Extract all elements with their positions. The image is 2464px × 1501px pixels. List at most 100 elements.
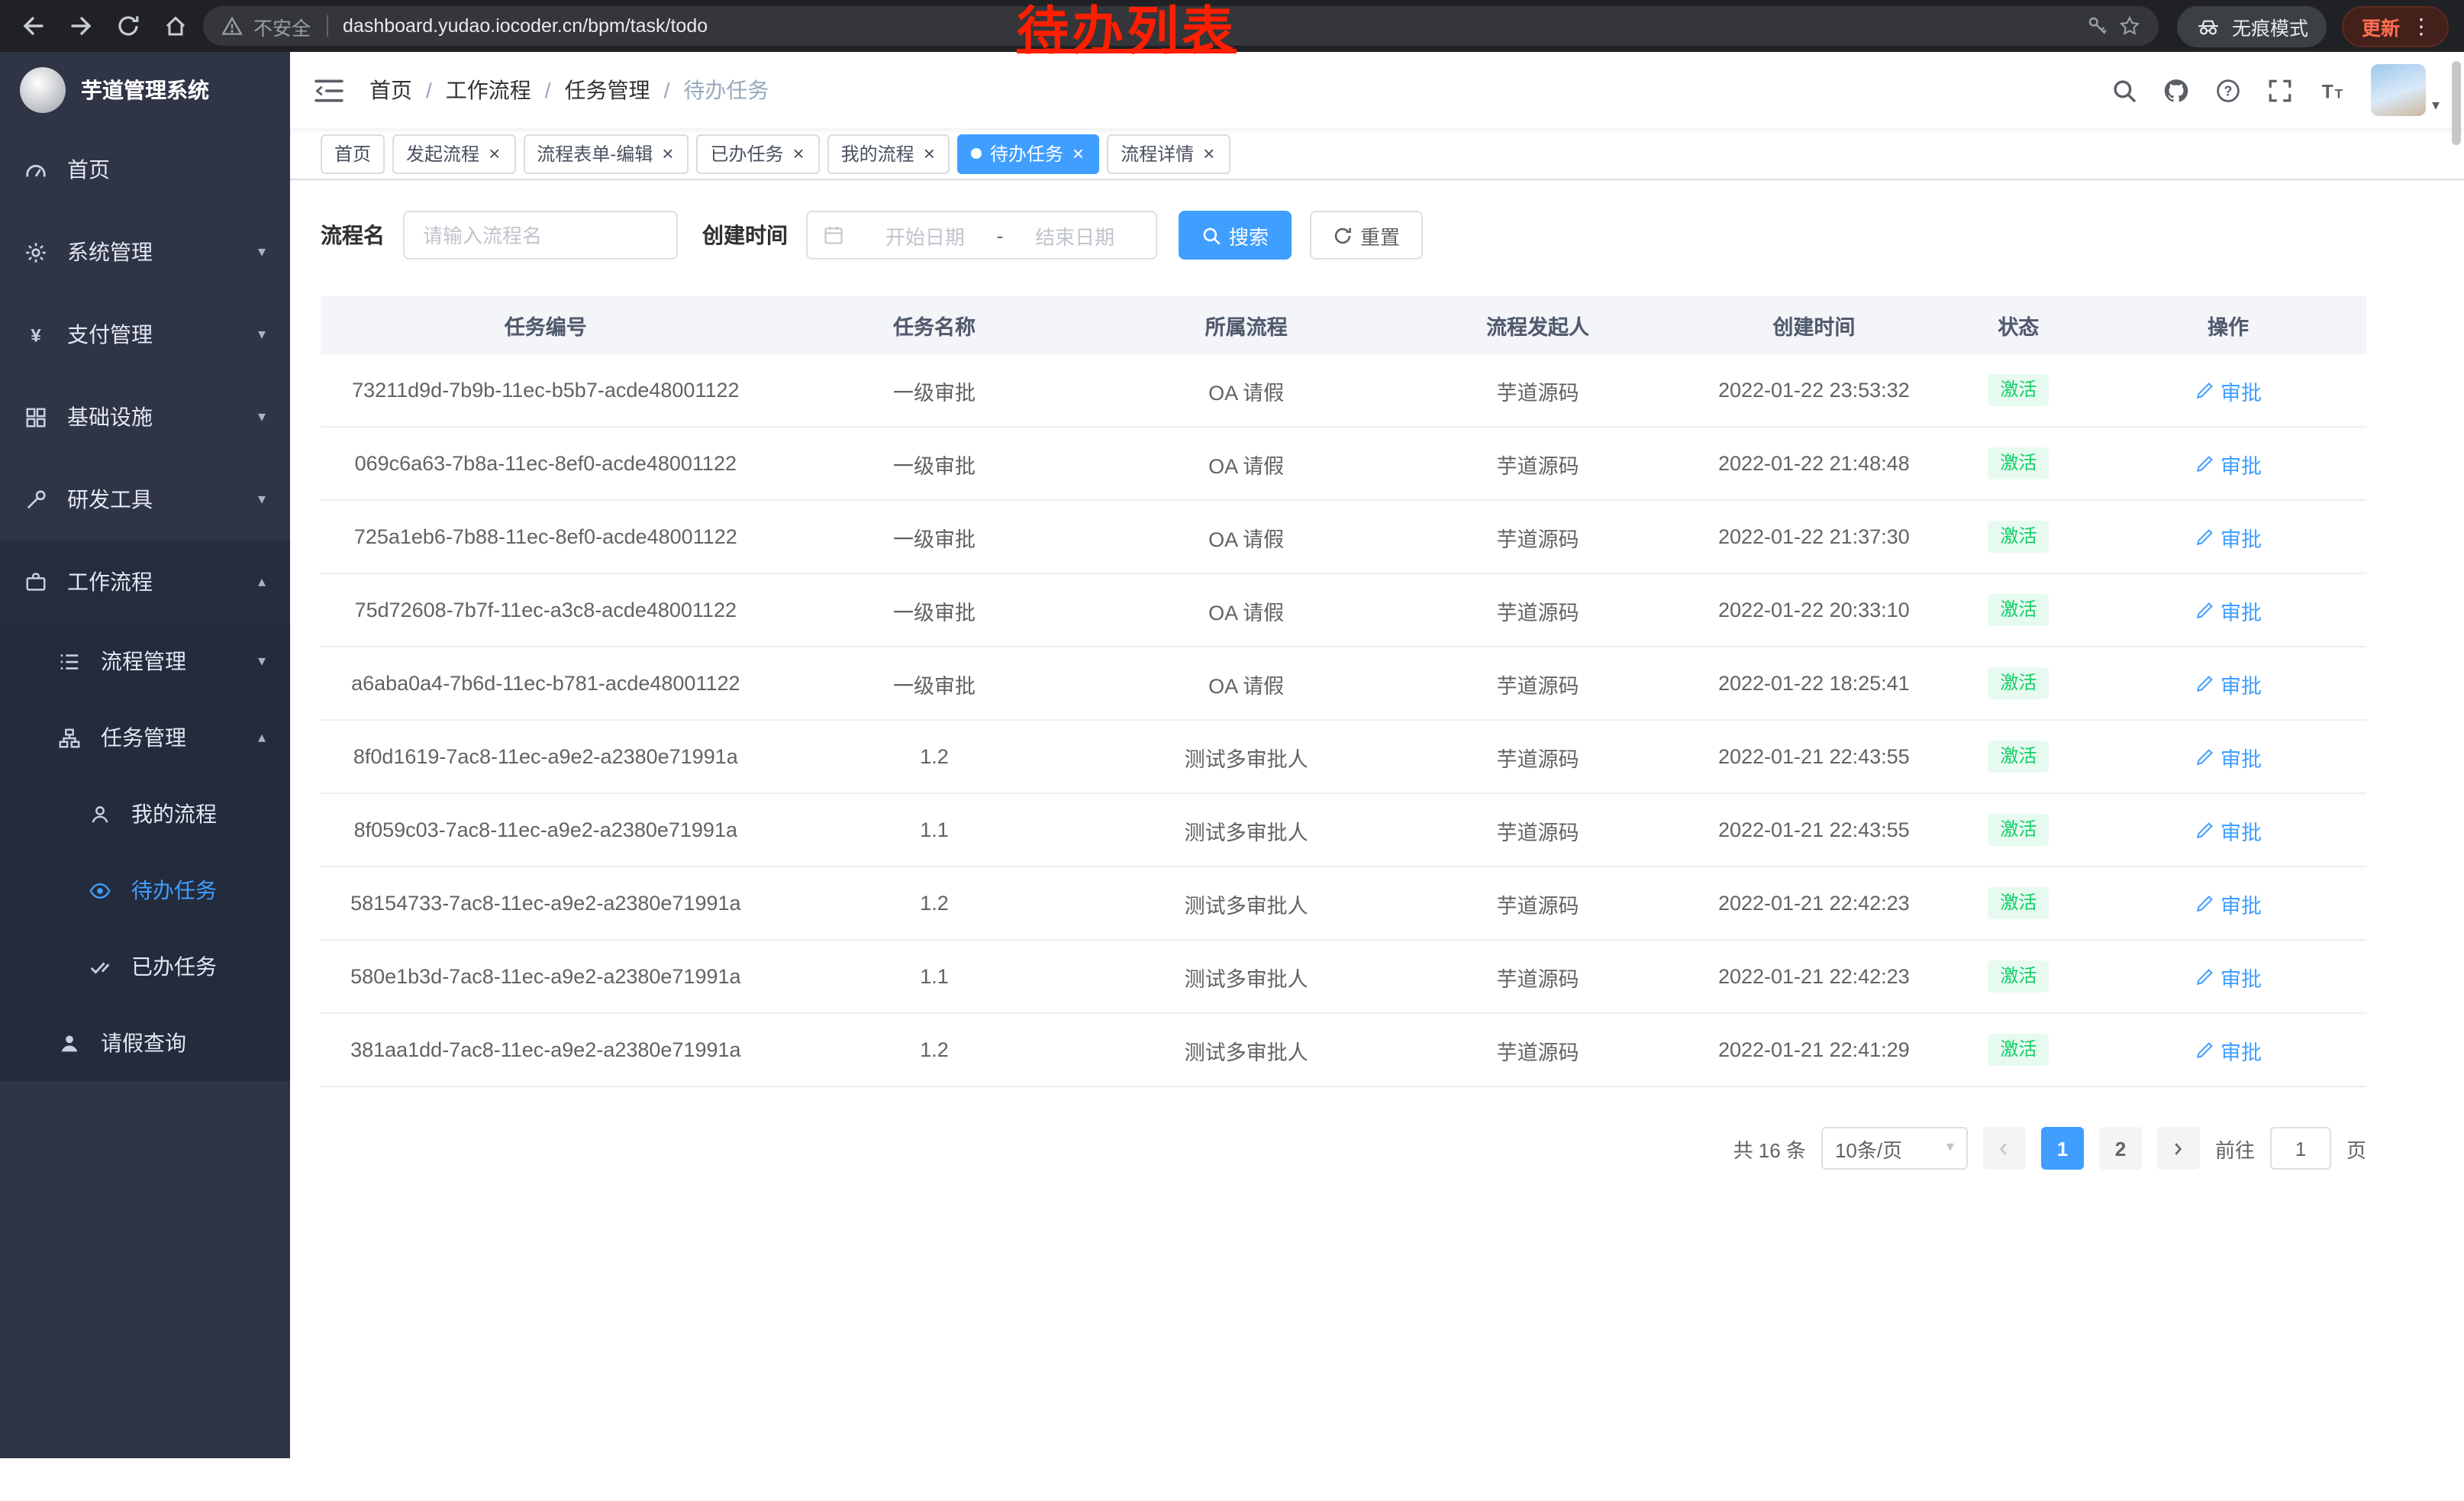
table-header: 任务编号任务名称所属流程流程发起人创建时间状态操作 xyxy=(321,296,2366,354)
approve-link[interactable]: 审批 xyxy=(2195,521,2262,552)
approve-link[interactable]: 审批 xyxy=(2195,375,2262,405)
tab-label: 流程详情 xyxy=(1121,140,1194,166)
main-panel: 首页/工作流程/任务管理/待办任务 ? TT ▾ 首页发起流程×流程表单-编辑×… xyxy=(290,52,2464,1458)
approve-link[interactable]: 审批 xyxy=(2195,961,2262,992)
sidebar-item-label: 首页 xyxy=(67,154,110,185)
search-button[interactable]: 搜索 xyxy=(1179,211,1292,260)
close-icon[interactable]: × xyxy=(1201,144,1216,163)
back-icon[interactable] xyxy=(21,14,46,38)
user-menu[interactable]: ▾ xyxy=(2371,64,2440,116)
close-icon[interactable]: × xyxy=(487,144,502,163)
sidebar-item-system-mgmt[interactable]: 系统管理 ▾ xyxy=(0,211,290,293)
page-button-2[interactable]: 2 xyxy=(2099,1127,2142,1170)
page-button-1[interactable]: 1 xyxy=(2041,1127,2084,1170)
sidebar-item-leave-query[interactable]: 请假查询 xyxy=(0,1005,290,1081)
approve-link[interactable]: 审批 xyxy=(2195,1035,2262,1065)
column-header: 创建时间 xyxy=(1681,310,1946,341)
breadcrumb: 首页/工作流程/任务管理/待办任务 xyxy=(369,75,769,105)
tab-done-tasks[interactable]: 已办任务 × xyxy=(696,134,819,173)
approve-link[interactable]: 审批 xyxy=(2195,741,2262,772)
browser-menu-icon[interactable]: ⋮ xyxy=(2411,13,2432,39)
tab-initiate-process[interactable]: 发起流程× xyxy=(392,134,515,173)
home-icon[interactable] xyxy=(163,14,188,38)
process-name-input[interactable] xyxy=(403,211,678,260)
approve-link[interactable]: 审批 xyxy=(2195,668,2262,699)
cell-name: 一级审批 xyxy=(771,668,1098,699)
table-row: 8f0d1619-7ac8-11ec-a9e2-a2380e71991a1.2测… xyxy=(321,721,2366,794)
cell-name: 1.2 xyxy=(771,1038,1098,1061)
chevron-down-icon: ▾ xyxy=(258,244,266,260)
breadcrumb-item[interactable]: 首页 xyxy=(369,75,412,105)
sidebar-item-done-tasks[interactable]: 已办任务 xyxy=(0,928,290,1005)
sidebar-item-infrastructure[interactable]: 基础设施▾ xyxy=(0,376,290,458)
cell-initiator: 芋道源码 xyxy=(1395,668,1681,699)
approve-link[interactable]: 审批 xyxy=(2195,815,2262,845)
date-range-picker[interactable]: 开始日期 - 结束日期 xyxy=(806,211,1157,260)
goto-page-input[interactable] xyxy=(2270,1127,2331,1170)
font-size-icon[interactable]: TT xyxy=(2319,77,2345,103)
reset-button[interactable]: 重置 xyxy=(1310,211,1423,260)
close-icon[interactable]: × xyxy=(660,144,675,163)
cell-status: 激活 xyxy=(1947,447,2091,479)
approve-link[interactable]: 审批 xyxy=(2195,595,2262,625)
breadcrumb-item[interactable]: 工作流程 xyxy=(446,75,531,105)
cell-process: OA 请假 xyxy=(1098,595,1395,625)
next-page-button[interactable] xyxy=(2157,1127,2200,1170)
cell-initiator: 芋道源码 xyxy=(1395,448,1681,479)
goto-label: 前往 xyxy=(2215,1134,2255,1163)
table-row: 75d72608-7b7f-11ec-a3c8-acde48001122一级审批… xyxy=(321,574,2366,647)
app-title: 芋道管理系统 xyxy=(81,75,209,105)
filter-form: 流程名 创建时间 开始日期 - 结束日期 搜索 重 xyxy=(321,211,2366,260)
status-badge: 激活 xyxy=(1988,741,2049,773)
sidebar: 芋道管理系统 首页系统管理 ▾ ¥支付管理▾基础设施▾研发工具▾工作流程▴流程管理▾… xyxy=(0,52,290,1458)
sidebar-item-todo-tasks[interactable]: 待办任务 xyxy=(0,852,290,928)
approve-link[interactable]: 审批 xyxy=(2195,888,2262,918)
sidebar-item-payment-mgmt[interactable]: ¥支付管理▾ xyxy=(0,293,290,376)
sidebar-item-label: 系统管理 xyxy=(67,237,153,267)
close-icon[interactable]: × xyxy=(1071,144,1085,163)
approve-link[interactable]: 审批 xyxy=(2195,448,2262,479)
edit-icon xyxy=(2195,527,2214,547)
page-size-select[interactable]: 10条/页 ▾ xyxy=(1821,1127,1968,1170)
key-icon[interactable] xyxy=(2087,15,2108,37)
sidebar-item-dev-tools[interactable]: 研发工具▾ xyxy=(0,458,290,541)
fullscreen-icon[interactable] xyxy=(2267,77,2293,103)
cell-status: 激活 xyxy=(1947,741,2091,773)
prev-page-button[interactable] xyxy=(1983,1127,2026,1170)
close-icon[interactable]: × xyxy=(791,144,805,163)
forward-icon[interactable] xyxy=(69,14,93,38)
reload-icon[interactable] xyxy=(116,14,140,38)
update-button[interactable]: 更新 ⋮ xyxy=(2342,5,2449,47)
sidebar-item-my-processes[interactable]: 我的流程 xyxy=(0,776,290,852)
help-icon[interactable]: ? xyxy=(2215,77,2241,103)
approve-label: 审批 xyxy=(2221,1035,2262,1065)
annotation-overlay: 待办列表 xyxy=(1017,6,1237,58)
github-icon[interactable] xyxy=(2163,77,2189,103)
tab-home[interactable]: 首页 xyxy=(321,134,385,173)
scrollbar-thumb[interactable] xyxy=(2452,61,2461,145)
column-header: 任务名称 xyxy=(771,310,1098,341)
tab-form-edit[interactable]: 流程表单-编辑× xyxy=(523,134,689,173)
cell-action: 审批 xyxy=(2090,448,2366,479)
search-icon[interactable] xyxy=(2111,77,2137,103)
tab-todo-tasks[interactable]: 待办任务× xyxy=(958,134,1099,173)
table-row: 8f059c03-7ac8-11ec-a9e2-a2380e71991a1.1测… xyxy=(321,794,2366,867)
table-row: 580e1b3d-7ac8-11ec-a9e2-a2380e71991a1.1测… xyxy=(321,941,2366,1014)
sidebar-item-home[interactable]: 首页 xyxy=(0,128,290,211)
tab-my-processes[interactable]: 我的流程× xyxy=(827,134,950,173)
tab-process-detail[interactable]: 流程详情 × xyxy=(1107,134,1230,173)
tab-label: 已办任务 xyxy=(710,140,783,166)
sidebar-item-workflow[interactable]: 工作流程▴ xyxy=(0,541,290,623)
sidebar-toggle-icon[interactable] xyxy=(314,77,343,103)
chevron-left-icon xyxy=(1996,1140,2013,1157)
calendar-icon xyxy=(823,224,844,246)
cell-initiator: 芋道源码 xyxy=(1395,375,1681,405)
sidebar-item-process-mgmt[interactable]: 流程管理▾ xyxy=(0,623,290,699)
app-brand[interactable]: 芋道管理系统 xyxy=(0,52,290,128)
close-icon[interactable]: × xyxy=(922,144,937,163)
sidebar-item-task-mgmt[interactable]: 任务管理▴ xyxy=(0,699,290,776)
cell-process: OA 请假 xyxy=(1098,448,1395,479)
bookmark-star-icon[interactable] xyxy=(2119,15,2140,37)
breadcrumb-item[interactable]: 任务管理 xyxy=(565,75,650,105)
divider xyxy=(326,15,327,37)
